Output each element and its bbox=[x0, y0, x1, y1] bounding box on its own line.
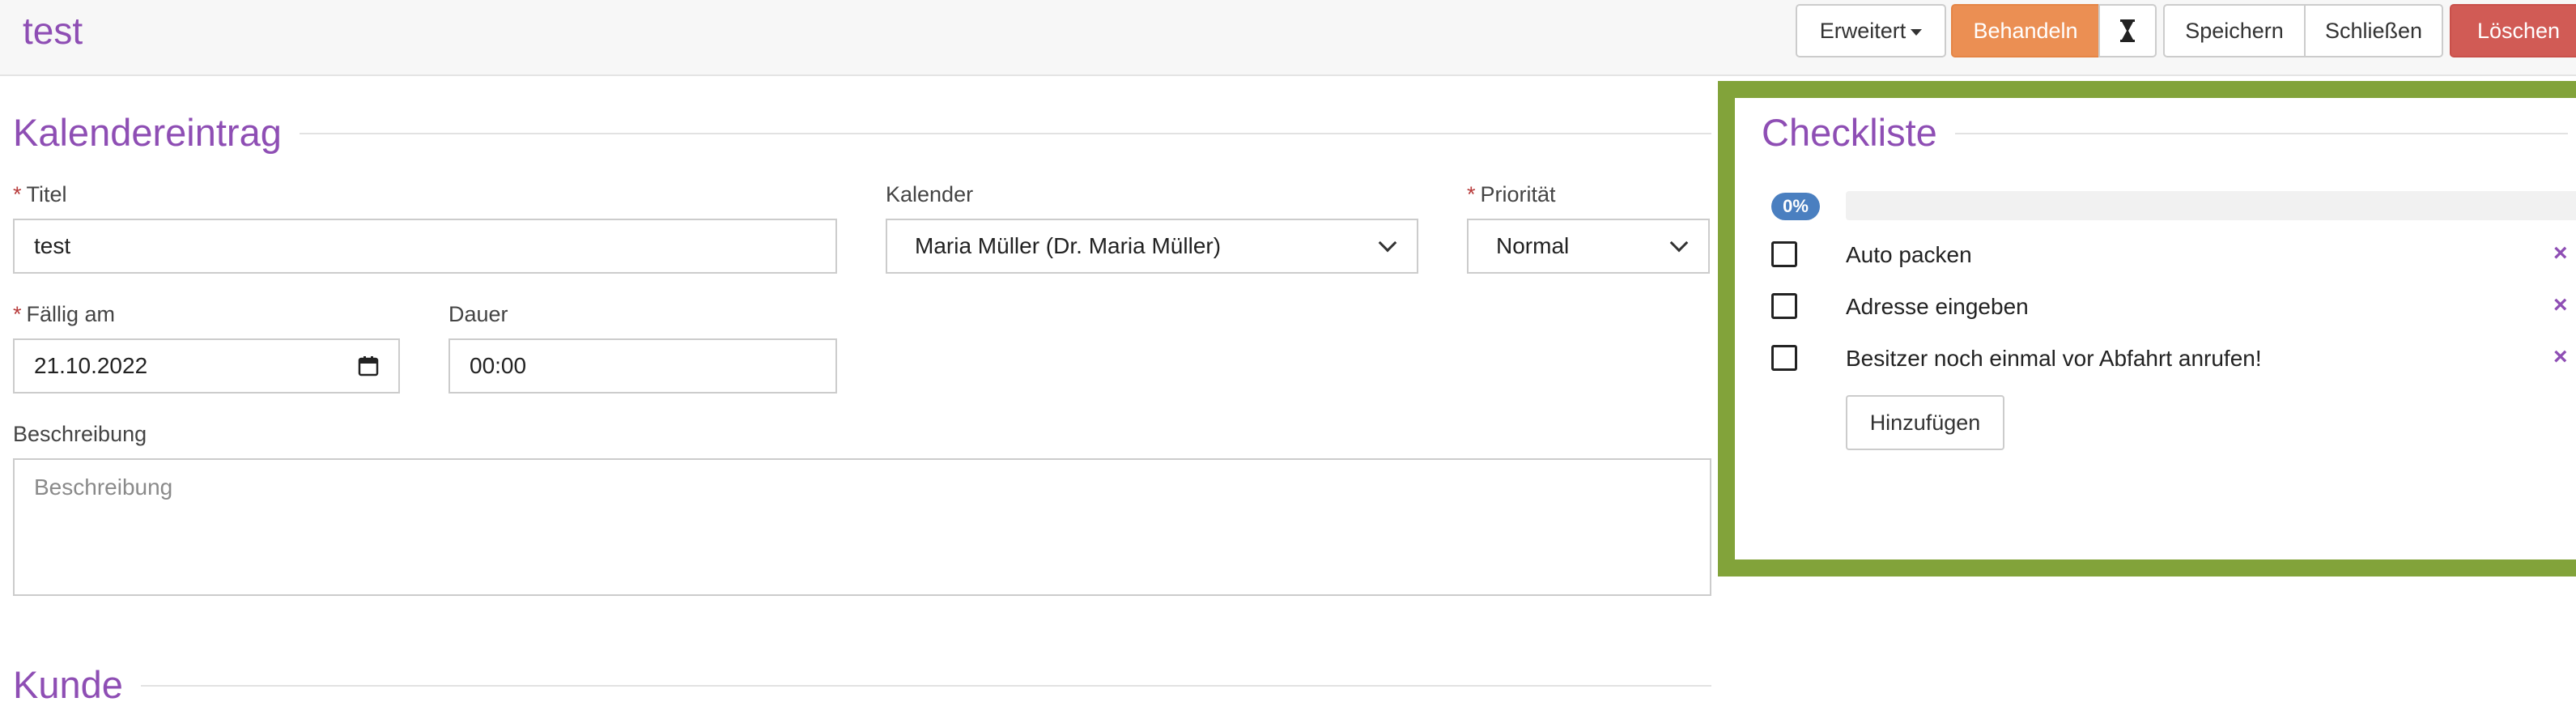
dauer-input[interactable] bbox=[448, 338, 837, 394]
caret-down-icon bbox=[1911, 29, 1923, 36]
schliessen-button[interactable]: Schließen bbox=[2304, 4, 2443, 57]
remove-item-icon[interactable]: × bbox=[2553, 343, 2568, 371]
speichern-button[interactable]: Speichern bbox=[2163, 4, 2306, 57]
kalender-selected-value: Maria Müller (Dr. Maria Müller) bbox=[915, 233, 1222, 258]
remove-item-icon[interactable]: × bbox=[2553, 240, 2568, 267]
checklist-item-label: Adresse eingeben bbox=[1846, 294, 2029, 319]
progress-bar bbox=[1846, 191, 2576, 220]
beschreibung-textarea[interactable] bbox=[13, 458, 1711, 596]
faellig-value: 21.10.2022 bbox=[34, 353, 148, 378]
prioritaet-select[interactable]: Normal bbox=[1467, 219, 1710, 274]
page-title: test bbox=[23, 10, 83, 52]
behandeln-button[interactable]: Behandeln bbox=[1951, 4, 2100, 57]
checklist-item-label: Besitzer noch einmal vor Abfahrt anrufen… bbox=[1846, 346, 2262, 371]
checkbox-besitzer-anrufen[interactable] bbox=[1771, 345, 1797, 371]
faellig-label: * Fällig am bbox=[13, 302, 116, 326]
required-marker: * bbox=[13, 182, 22, 206]
hourglass-button[interactable] bbox=[2098, 4, 2157, 57]
chevron-down-icon bbox=[1378, 233, 1397, 253]
faellig-date-input[interactable]: 21.10.2022 bbox=[13, 338, 400, 394]
dauer-label: Dauer bbox=[448, 302, 508, 326]
prioritaet-label: * Priorität bbox=[1467, 182, 1556, 206]
prioritaet-selected-value: Normal bbox=[1496, 233, 1570, 258]
checklist-item-label: Auto packen bbox=[1846, 242, 1972, 267]
checkbox-adresse-eingeben[interactable] bbox=[1771, 293, 1797, 319]
titel-label: * Titel bbox=[13, 182, 67, 206]
section-divider bbox=[13, 685, 1711, 687]
chevron-down-icon bbox=[1669, 233, 1689, 253]
kunde-section-title: Kunde bbox=[13, 662, 141, 708]
progress-badge: 0% bbox=[1771, 193, 1820, 220]
kalender-select[interactable]: Maria Müller (Dr. Maria Müller) bbox=[886, 219, 1418, 274]
erweitert-dropdown-button[interactable]: Erweitert bbox=[1796, 4, 1946, 57]
remove-item-icon[interactable]: × bbox=[2553, 291, 2568, 319]
checkliste-section-title: Checkliste bbox=[1762, 110, 1955, 155]
erweitert-label: Erweitert bbox=[1819, 18, 1906, 43]
required-marker: * bbox=[1467, 182, 1476, 206]
checkbox-auto-packen[interactable] bbox=[1771, 241, 1797, 267]
loeschen-button[interactable]: Löschen bbox=[2450, 4, 2576, 57]
calendar-icon[interactable] bbox=[358, 355, 379, 377]
required-marker: * bbox=[13, 302, 22, 326]
kalender-label: Kalender bbox=[886, 182, 974, 206]
titel-input[interactable] bbox=[13, 219, 837, 274]
beschreibung-label: Beschreibung bbox=[13, 422, 147, 446]
kalendereintrag-section-title: Kalendereintrag bbox=[13, 110, 300, 155]
hourglass-icon bbox=[2120, 19, 2135, 42]
hinzufuegen-button[interactable]: Hinzufügen bbox=[1846, 395, 2004, 450]
